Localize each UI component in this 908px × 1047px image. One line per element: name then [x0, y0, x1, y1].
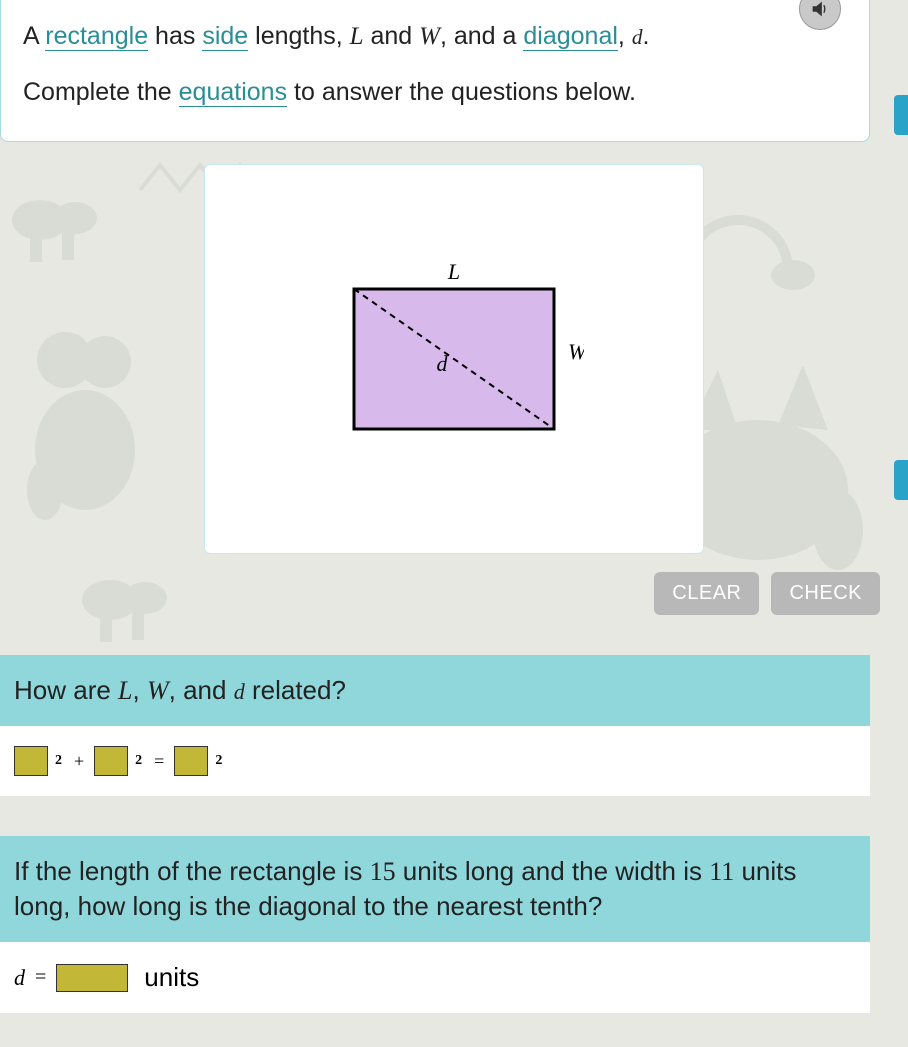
q2-blank[interactable]	[56, 964, 128, 992]
check-button[interactable]: CHECK	[771, 572, 880, 615]
button-row: CLEAR CHECK	[0, 572, 880, 615]
clear-button[interactable]: CLEAR	[654, 572, 759, 615]
var-W: W	[419, 23, 440, 50]
q1-header: How are L, W, and d related?	[0, 655, 870, 726]
d-label: d	[14, 965, 25, 991]
q2-header: If the length of the rectangle is 15 uni…	[0, 836, 870, 942]
vocab-equations[interactable]: equations	[179, 78, 287, 107]
vocab-rectangle[interactable]: rectangle	[45, 22, 148, 51]
exp-3: 2	[215, 753, 222, 769]
speaker-icon	[809, 0, 831, 20]
side-tab-1[interactable]	[894, 95, 908, 135]
q2-body: d = units	[0, 942, 870, 1013]
rectangle-figure: L W d	[324, 259, 584, 459]
units-label: units	[144, 962, 199, 993]
prompt-card: A rectangle has side lengths, L and W, a…	[0, 0, 870, 142]
label-W: W	[568, 339, 584, 364]
q1-blank-1[interactable]	[14, 746, 48, 776]
label-L: L	[447, 259, 460, 284]
var-d: d	[632, 25, 643, 49]
figure-card: L W d	[204, 164, 704, 554]
exp-1: 2	[55, 753, 62, 769]
q1-equation: 2 + 2 = 2	[14, 746, 856, 776]
exp-2: 2	[135, 753, 142, 769]
eq-op-2: =	[31, 966, 50, 989]
q1-blank-2[interactable]	[94, 746, 128, 776]
q2-equation: d = units	[14, 962, 856, 993]
eq-op: =	[150, 751, 168, 772]
plus-op: +	[70, 751, 88, 772]
vocab-side[interactable]: side	[202, 22, 248, 51]
q1-blank-3[interactable]	[174, 746, 208, 776]
side-tab-2[interactable]	[894, 460, 908, 500]
var-L: L	[350, 23, 364, 50]
label-d: d	[437, 351, 449, 376]
vocab-diagonal[interactable]: diagonal	[523, 22, 618, 51]
q1-body: 2 + 2 = 2	[0, 726, 870, 796]
prompt-line-1: A rectangle has side lengths, L and W, a…	[23, 18, 847, 56]
prompt-line-2: Complete the equations to answer the que…	[23, 74, 847, 112]
